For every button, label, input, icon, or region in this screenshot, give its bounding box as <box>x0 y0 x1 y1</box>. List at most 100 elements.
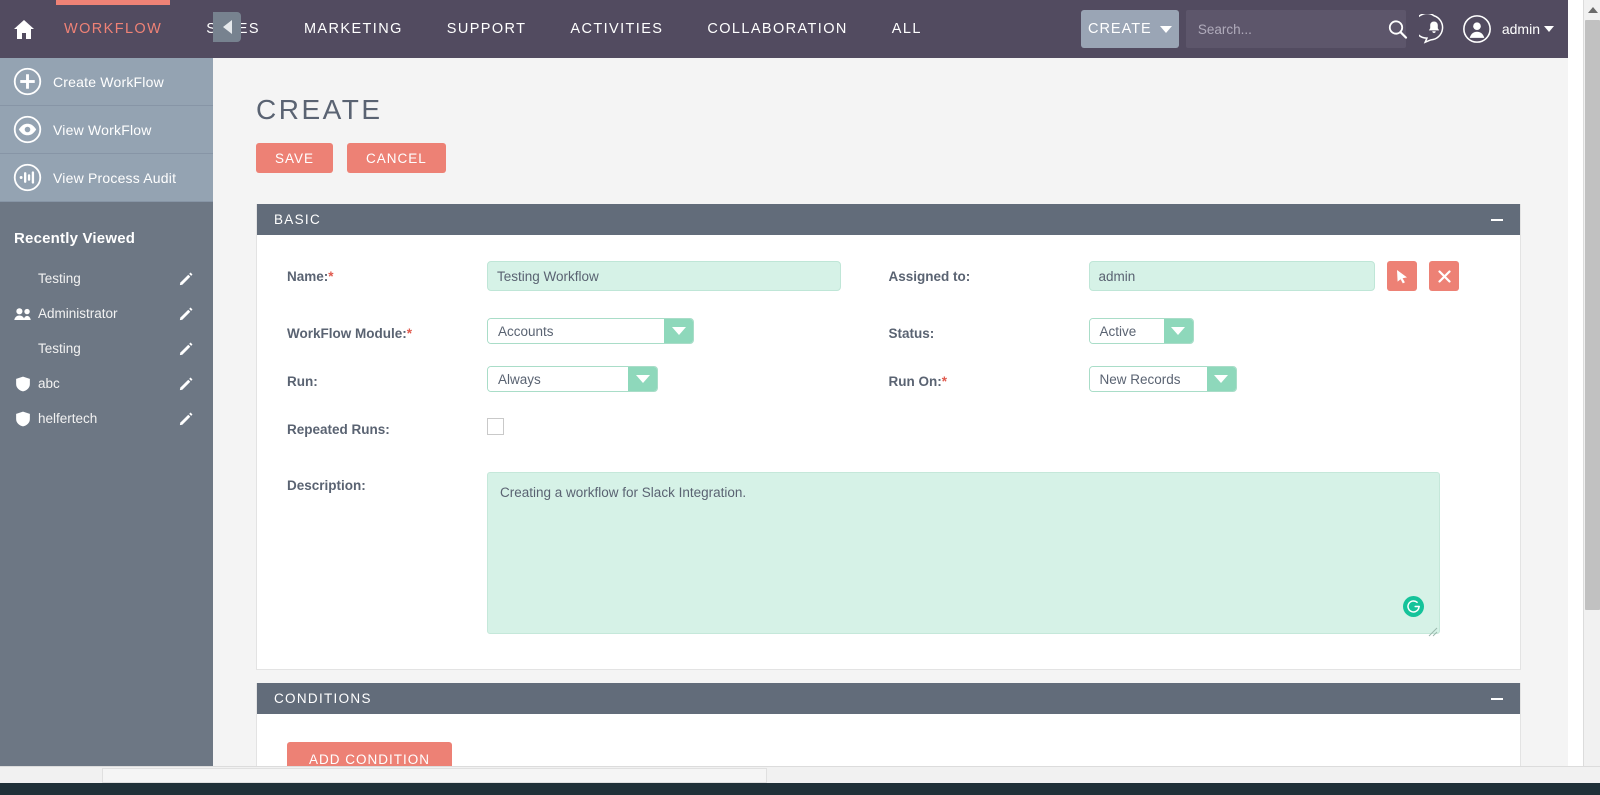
workflow-module-select[interactable]: Accounts <box>487 318 694 344</box>
search-box[interactable] <box>1185 10 1408 48</box>
cursor-select-icon <box>1396 269 1407 283</box>
select-value: Always <box>488 367 628 391</box>
field-control: New Records <box>1088 366 1491 392</box>
nav-item-list: WORKFLOW SALES MARKETING SUPPORT ACTIVIT… <box>42 0 944 58</box>
conditions-panel-header[interactable]: CONDITIONS <box>257 683 1520 714</box>
close-x-icon <box>1438 269 1451 283</box>
plus-circle-icon <box>13 67 42 96</box>
field-label: Run On:* <box>889 366 1089 389</box>
field-label-text: Repeated Runs: <box>287 422 390 437</box>
list-item-label: Administrator <box>38 306 118 321</box>
pencil-icon[interactable] <box>179 342 193 356</box>
nav-item-support[interactable]: SUPPORT <box>425 0 549 58</box>
create-button[interactable]: CREATE <box>1080 10 1179 48</box>
user-menu-label[interactable]: admin <box>1502 21 1540 37</box>
pencil-icon[interactable] <box>179 412 193 426</box>
cancel-button[interactable]: CANCEL <box>347 143 446 173</box>
nav-item-label: ACTIVITIES <box>570 21 664 37</box>
sidebar-item-label: View Process Audit <box>53 169 177 186</box>
vertical-scrollbar[interactable] <box>1583 0 1600 778</box>
minus-icon[interactable] <box>1491 697 1503 700</box>
sidebar-collapse-button[interactable] <box>213 12 241 42</box>
users-icon <box>14 307 31 320</box>
sidebar-item-view-workflow[interactable]: View WorkFlow <box>0 106 213 154</box>
list-item[interactable]: Administrator <box>0 296 213 331</box>
save-button[interactable]: SAVE <box>256 143 334 173</box>
field-label-text: Run On: <box>888 374 942 389</box>
nav-item-all[interactable]: ALL <box>870 0 944 58</box>
basic-panel-title: BASIC <box>274 212 322 227</box>
scroll-up-button[interactable] <box>1584 0 1600 19</box>
user-avatar-icon[interactable] <box>1462 14 1492 44</box>
nav-item-workflow[interactable]: WORKFLOW <box>42 0 184 58</box>
home-icon <box>14 19 34 39</box>
grammarly-icon[interactable] <box>1403 596 1424 617</box>
run-select[interactable]: Always <box>487 366 658 392</box>
status-select[interactable]: Active <box>1088 318 1194 344</box>
field-label: WorkFlow Module:* <box>287 318 487 341</box>
app-root: WORKFLOW SALES MARKETING SUPPORT ACTIVIT… <box>0 0 1600 795</box>
field-workflow-module: WorkFlow Module:* Accounts <box>287 318 889 355</box>
select-value: New Records <box>1089 367 1207 391</box>
field-label: Run: <box>287 366 487 389</box>
field-control: Always <box>487 366 889 392</box>
chevron-down-icon[interactable] <box>1544 26 1554 32</box>
home-button[interactable] <box>6 0 42 58</box>
eye-circle-icon <box>13 115 42 144</box>
field-label-text: Run: <box>287 374 318 389</box>
list-item-label: Testing <box>38 271 81 286</box>
assigned-to-select-button[interactable] <box>1386 261 1417 291</box>
field-label-text: Name: <box>287 269 329 284</box>
search-input[interactable] <box>1185 10 1387 48</box>
assigned-to-clear-button[interactable] <box>1429 261 1460 291</box>
field-control: Creating a workflow for Slack Integratio… <box>487 470 1490 639</box>
run-on-select[interactable]: New Records <box>1088 366 1237 392</box>
list-item[interactable]: helfertech <box>0 401 213 436</box>
form-col-left: Run: Always <box>287 366 889 403</box>
field-label-text: Status: <box>888 326 935 341</box>
field-name: Name:* <box>287 261 889 298</box>
form-col-right: Assigned to: <box>889 261 1491 298</box>
textarea-resize-handle[interactable] <box>1426 625 1438 637</box>
pencil-icon[interactable] <box>179 377 193 391</box>
horizontal-scrollbar[interactable] <box>0 766 1600 783</box>
shield-icon <box>16 376 30 391</box>
list-item[interactable]: Testing <box>0 331 213 366</box>
grammarly-g-glyph <box>1407 600 1420 613</box>
sidebar-item-create-workflow[interactable]: Create WorkFlow <box>0 58 213 106</box>
conditions-panel-title: CONDITIONS <box>274 691 372 706</box>
field-label-text: Description: <box>287 478 366 493</box>
vertical-scrollbar-thumb[interactable] <box>1585 20 1600 610</box>
field-control <box>487 414 1490 435</box>
list-item[interactable]: abc <box>0 366 213 401</box>
search-icon <box>1388 19 1407 39</box>
assigned-to-input[interactable] <box>1088 261 1375 291</box>
repeated-runs-checkbox[interactable] <box>487 418 504 435</box>
field-label-text: Assigned to: <box>888 269 971 284</box>
pencil-icon[interactable] <box>179 272 193 286</box>
required-marker: * <box>328 269 334 284</box>
form-row-3: Run: Always Run On:* New Records <box>287 366 1490 403</box>
horizontal-scrollbar-thumb[interactable] <box>102 768 767 783</box>
basic-panel-header[interactable]: BASIC <box>257 204 1520 235</box>
field-control <box>1088 261 1491 291</box>
taskbar <box>0 783 1600 795</box>
description-textarea[interactable]: Creating a workflow for Slack Integratio… <box>487 472 1440 634</box>
list-item[interactable]: Testing <box>0 261 213 296</box>
pencil-icon[interactable] <box>179 307 193 321</box>
nav-item-label: WORKFLOW <box>64 21 163 37</box>
nav-item-activities[interactable]: ACTIVITIES <box>548 0 685 58</box>
topnav-right-group: CREATE Search... admin <box>1080 0 1568 58</box>
nav-item-marketing[interactable]: MARKETING <box>282 0 425 58</box>
field-control <box>487 261 889 291</box>
field-status: Status: Active <box>889 318 1491 355</box>
sidebar-item-view-process-audit[interactable]: View Process Audit <box>0 154 213 202</box>
list-item-label: abc <box>38 376 60 391</box>
conditions-panel-body: ADD CONDITION <box>257 714 1520 770</box>
search-button[interactable] <box>1387 10 1408 48</box>
name-input[interactable] <box>487 261 841 291</box>
minus-icon[interactable] <box>1491 218 1503 221</box>
notification-bell-icon[interactable] <box>1418 14 1449 44</box>
nav-item-collaboration[interactable]: COLLABORATION <box>685 0 869 58</box>
field-control: Active <box>1088 318 1491 344</box>
